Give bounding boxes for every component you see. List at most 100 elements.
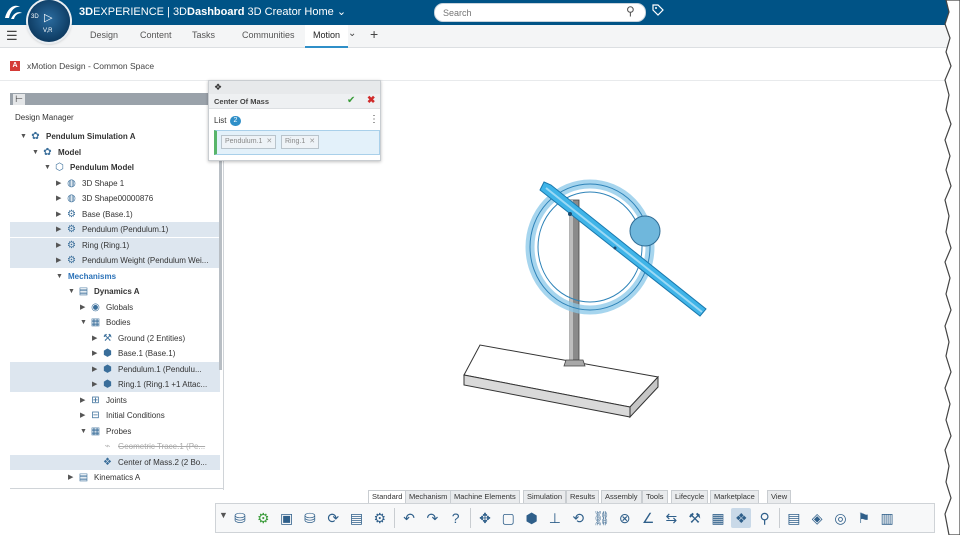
toolbar-tab-results[interactable]: Results (566, 490, 600, 504)
refresh-icon[interactable]: ⟳ (323, 508, 343, 528)
link-icon[interactable]: ⛓ (592, 508, 612, 528)
tree-row[interactable]: ⌁ Geometric Trace.1 (Pe... (10, 439, 220, 454)
probe-icon[interactable]: ⚲ (755, 508, 775, 528)
selection-chip[interactable]: Ring.1 ✕ (281, 135, 320, 149)
expand-icon[interactable]: ▶ (80, 393, 88, 408)
grid-icon[interactable]: ▦ (708, 508, 728, 528)
sim-icon-3[interactable]: ◎ (831, 508, 851, 528)
expand-icon[interactable]: ▶ (68, 470, 76, 485)
tree-row[interactable]: ▶ ◍ 3D Shape00000876 (10, 191, 220, 206)
tree-row[interactable]: ▶ ⚙ Pendulum Weight (Pendulum Wei... (10, 253, 220, 268)
expand-icon[interactable]: ▶ (92, 362, 100, 377)
collapse-icon[interactable]: ▼ (80, 424, 88, 439)
tab-tasks[interactable]: Tasks (192, 30, 215, 40)
redo-icon[interactable]: ↷ (422, 508, 442, 528)
tab-design[interactable]: Design (90, 30, 118, 40)
tab-content[interactable]: Content (140, 30, 172, 40)
selection-chip[interactable]: Pendulum.1 ✕ (221, 135, 277, 149)
stand-post[interactable] (563, 199, 586, 367)
database-icon[interactable]: ⛁ (230, 508, 250, 528)
expand-icon[interactable]: ▶ (56, 176, 64, 191)
collapse-icon[interactable]: ▼ (20, 129, 28, 144)
toolbar-tab-tools[interactable]: Tools (642, 490, 668, 504)
tree-row[interactable]: ❖ Center of Mass.2 (2 Bo... (10, 454, 220, 470)
tree-row[interactable]: ▶ ⚙ Pendulum (Pendulum.1) (10, 222, 220, 237)
base-plate[interactable] (463, 344, 659, 419)
search-icon[interactable]: ⚲ (626, 4, 635, 18)
tree-row[interactable]: ▶ ⚒ Ground (2 Entities) (10, 331, 220, 346)
tree-row[interactable]: ▶ ⚙ Ring (Ring.1) (10, 237, 220, 253)
ok-button[interactable]: ✔ (347, 95, 355, 106)
tree-row[interactable]: ▼ ▦ Bodies (10, 315, 220, 330)
expand-icon[interactable]: ▶ (92, 331, 100, 346)
tree-row[interactable]: ▶ ◍ 3D Shape 1 (10, 176, 220, 191)
cancel-button[interactable]: ✖ (367, 95, 375, 106)
tree-row[interactable]: ▶ ▤ Kinematics A (10, 470, 220, 485)
compass-widget[interactable]: 3D ▷ V,R (28, 0, 70, 42)
toolbar-tab-marketplace[interactable]: Marketplace (710, 490, 759, 504)
sim-icon-4[interactable]: ⚑ (854, 508, 874, 528)
tree-row[interactable]: ▼ ✿ Pendulum Simulation A (10, 129, 220, 144)
settings-icon[interactable]: ⚙ (370, 508, 390, 528)
toolbar-tab-view[interactable]: View (767, 490, 792, 504)
tab-communities[interactable]: Communities (242, 30, 295, 40)
expand-icon[interactable]: ▶ (80, 300, 88, 315)
panel-drag-bar[interactable]: ❖ (209, 81, 380, 94)
tree-scrollbar[interactable] (219, 150, 222, 370)
search-input[interactable] (435, 4, 631, 21)
sim-icon-2[interactable]: ◈ (807, 508, 827, 528)
expand-icon[interactable]: ▶ (56, 191, 64, 206)
play-icon[interactable]: ▷ (44, 11, 52, 24)
search-box[interactable]: ⚲ (434, 3, 646, 22)
tree-icon[interactable]: ⊢ (13, 94, 25, 105)
sim-icon-5[interactable]: ▥ (877, 508, 897, 528)
more-options-icon[interactable]: ⋮ (369, 114, 379, 125)
collapse-icon[interactable]: ▼ (32, 145, 40, 160)
collapse-icon[interactable]: ▼ (56, 269, 64, 284)
tree-row[interactable]: ▼ ⬡ Pendulum Model (10, 160, 220, 175)
brand-chevron-icon[interactable]: ⌄ (337, 6, 346, 18)
gear-green-icon[interactable]: ⚙ (253, 508, 273, 528)
expand-icon[interactable]: ▶ (56, 238, 64, 253)
add-tab-icon[interactable]: + (370, 26, 378, 42)
tree-row[interactable]: ▶ ◉ Globals (10, 300, 220, 315)
expand-icon[interactable]: ▶ (56, 207, 64, 222)
collapse-icon[interactable]: ▼ (68, 284, 76, 299)
sim-icon-1[interactable]: ▤ (784, 508, 804, 528)
3d-viewport[interactable] (440, 170, 740, 430)
toolbar-tab-lifecycle[interactable]: Lifecycle (671, 490, 709, 504)
box-icon[interactable]: ▢ (498, 508, 518, 528)
expand-icon[interactable]: ▶ (56, 253, 64, 268)
move-icon[interactable]: ✥ (475, 508, 495, 528)
save-all-icon[interactable]: ⛁ (300, 508, 320, 528)
clipboard-icon[interactable]: ▤ (347, 508, 367, 528)
menu-icon[interactable]: ☰ (6, 28, 18, 44)
tree-row[interactable]: ▼ Mechanisms (10, 269, 220, 284)
hinge-icon[interactable]: ⊗ (615, 508, 635, 528)
cube-icon[interactable]: ⬢ (522, 508, 542, 528)
remove-chip-icon[interactable]: ✕ (309, 138, 315, 145)
expand-icon[interactable]: ▶ (92, 377, 100, 392)
tree-row[interactable]: ▼ ▦ Probes (10, 424, 220, 439)
ring-and-pendulum[interactable] (525, 179, 707, 317)
expand-icon[interactable]: ▶ (92, 346, 100, 361)
help-icon[interactable]: ? (446, 508, 466, 528)
expand-icon[interactable]: ▶ (80, 408, 88, 423)
tab-chevron-down-icon[interactable]: ⌄ (348, 28, 356, 39)
tree-row[interactable]: ▶ ⬢ Ring.1 (Ring.1 +1 Attac... (10, 377, 220, 392)
ds-logo-icon[interactable] (2, 2, 24, 22)
slider-icon[interactable]: ⇆ (661, 508, 681, 528)
save-icon[interactable]: ▣ (277, 508, 297, 528)
toolbar-tab-standard[interactable]: Standard (368, 490, 407, 504)
tree-row[interactable]: ▶ ⊟ Initial Conditions (10, 408, 220, 423)
tab-motion[interactable]: Motion (305, 25, 349, 48)
tree-row[interactable]: ▶ ⬢ Pendulum.1 (Pendulu... (10, 361, 220, 377)
tree-row[interactable]: ▶ ⚙ Base (Base.1) (10, 207, 220, 222)
tree-row[interactable]: ▼ ▤ Dynamics A (10, 284, 220, 299)
expand-icon[interactable]: ▶ (56, 222, 64, 237)
tree-row[interactable]: ▶ ⬢ Base.1 (Base.1) (10, 346, 220, 361)
selection-list-box[interactable]: Pendulum.1 ✕ Ring.1 ✕ (214, 130, 380, 155)
toolbar-tab-simulation[interactable]: Simulation (523, 490, 567, 504)
toolbar-expand-icon[interactable]: ▼ (219, 510, 228, 520)
center-mass-icon[interactable]: ❖ (731, 508, 752, 528)
